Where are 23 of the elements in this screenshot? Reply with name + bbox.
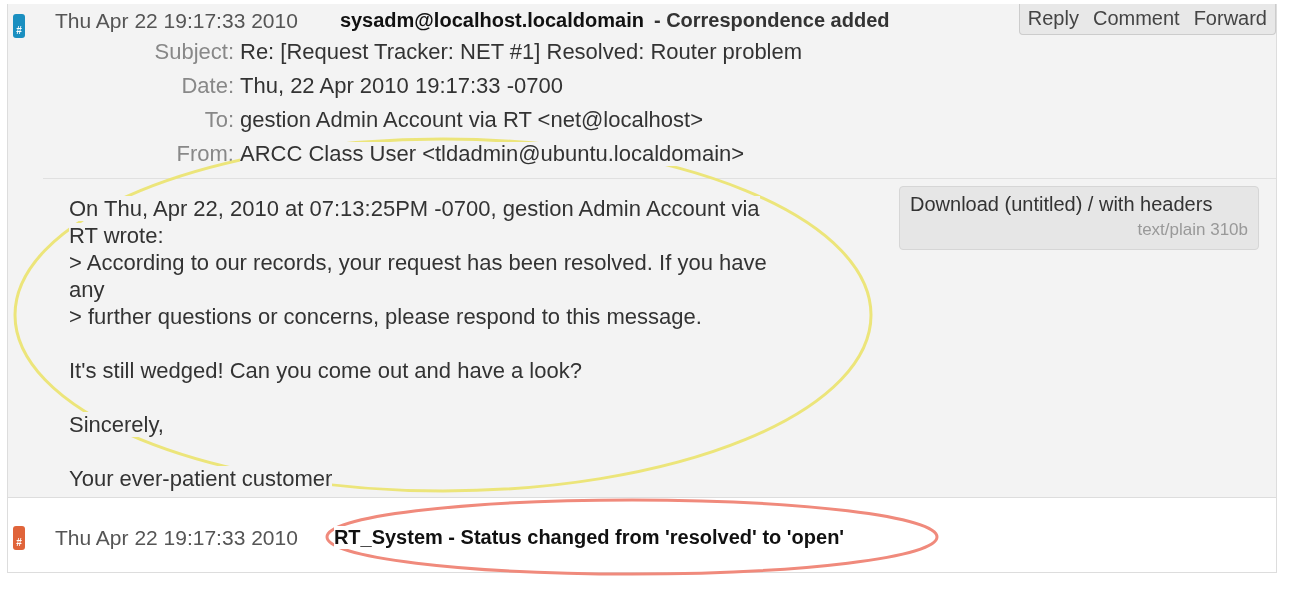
header-value: gestion Admin Account via RT <net@localhost> xyxy=(240,108,704,132)
header-value: ARCC Class User <tldadmin@ubuntu.localdomain> xyxy=(240,142,745,166)
action-link[interactable]: Reply xyxy=(1027,7,1079,30)
header-label: Subject: xyxy=(153,40,234,64)
transaction-author: sysadm@localhost.localdomain xyxy=(339,9,644,32)
header-label: From: xyxy=(175,142,234,166)
attachment-info: text/plain 310b xyxy=(1137,220,1248,240)
download-link[interactable]: Download (untitled) / with headers xyxy=(910,193,1213,216)
transaction-description: RT_System - Status changed from 'resolved' to 'open' xyxy=(333,526,845,549)
message-paragraph: Your ever-patient customer xyxy=(69,465,334,492)
action-link[interactable]: Forward xyxy=(1193,7,1267,30)
transaction-time: Thu Apr 22 19:17:33 2010 xyxy=(55,526,298,550)
transaction-description: - Correspondence added xyxy=(653,9,890,32)
header-label: Date: xyxy=(180,74,234,98)
header-value: Re: [Request Tracker: NET #1] Resolved: Router problem xyxy=(240,40,803,64)
transaction-time: Thu Apr 22 19:17:33 2010 xyxy=(55,9,298,33)
header-value: Thu, 22 Apr 2010 19:17:33 -0700 xyxy=(240,74,563,98)
header-label: To: xyxy=(203,108,234,132)
message-paragraph: On Thu, Apr 22, 2010 at 07:13:25PM -0700, gestion Admin Account via RT wrote: > According to our records, your request has been resolved. If you have any > further questions or concerns, please respond to this message. xyxy=(69,195,768,330)
action-link[interactable]: Comment xyxy=(1092,7,1180,30)
transaction-type-icon: # xyxy=(13,526,25,550)
message-paragraph: Sincerely, xyxy=(69,411,165,438)
transaction-type-icon: # xyxy=(13,14,25,38)
